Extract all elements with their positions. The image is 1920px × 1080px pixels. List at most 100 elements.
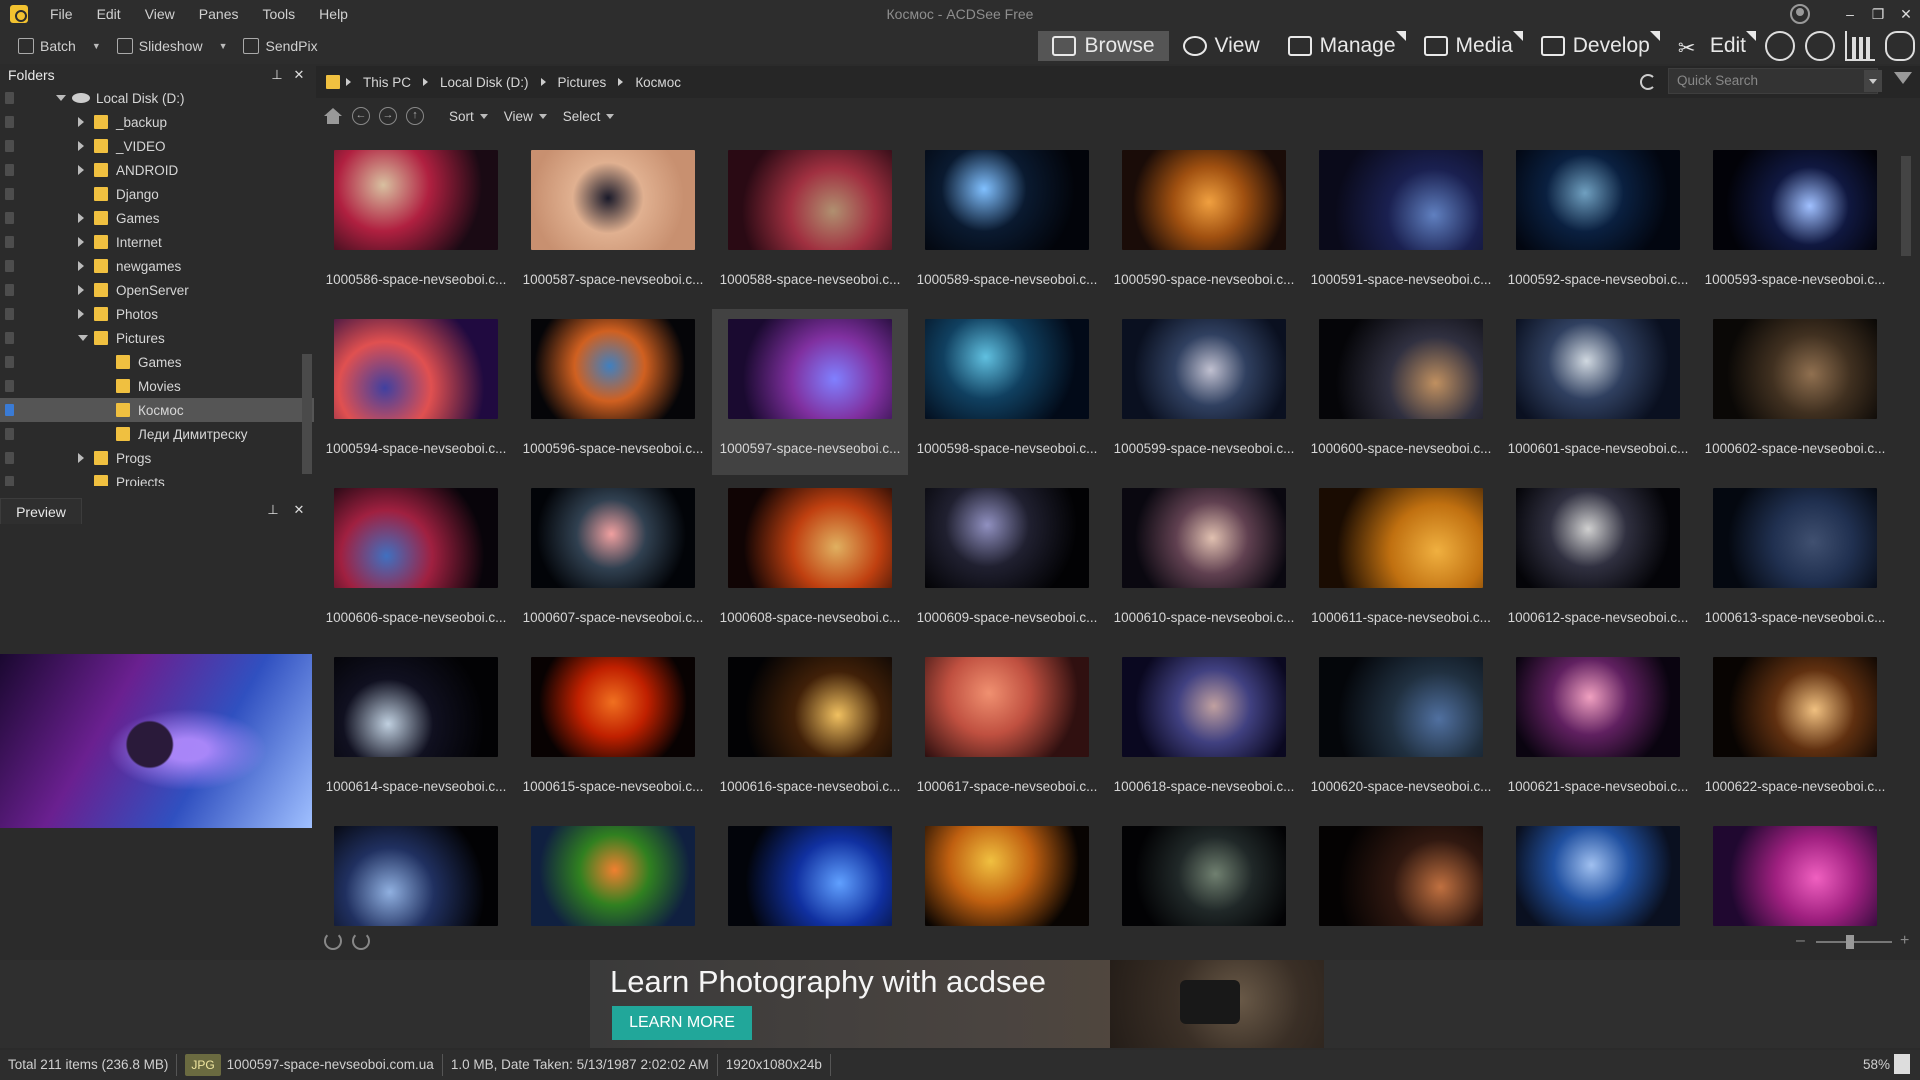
- minimize-button[interactable]: –: [1836, 0, 1864, 28]
- pin-icon[interactable]: ⊥: [264, 502, 282, 518]
- menu-file[interactable]: File: [38, 0, 85, 28]
- thumbnail-item[interactable]: 1000599-space-nevseoboi.c...: [1106, 309, 1302, 475]
- slideshow-button[interactable]: Slideshow ▼: [109, 34, 236, 58]
- include-checkbox[interactable]: [5, 140, 14, 152]
- select-dropdown[interactable]: Select: [563, 109, 615, 124]
- thumbnail-item[interactable]: 1000597-space-nevseoboi.c...: [712, 309, 908, 475]
- thumbnail-item[interactable]: 1000607-space-nevseoboi.c...: [515, 478, 711, 644]
- search-dropdown-button[interactable]: [1864, 70, 1882, 92]
- include-checkbox[interactable]: [5, 212, 14, 224]
- thumbnail-image[interactable]: [1713, 319, 1877, 419]
- collapsed-arrow-icon[interactable]: [78, 261, 84, 271]
- collapsed-arrow-icon[interactable]: [78, 213, 84, 223]
- include-checkbox[interactable]: [5, 92, 14, 104]
- menu-help[interactable]: Help: [307, 0, 360, 28]
- include-checkbox[interactable]: [5, 356, 14, 368]
- folder-tree-item[interactable]: newgames: [0, 254, 314, 278]
- thumbnail-image[interactable]: [1319, 826, 1483, 926]
- app-logo-icon[interactable]: [10, 5, 28, 23]
- eye-circle-icon[interactable]: [1885, 31, 1915, 61]
- back-button[interactable]: ←: [352, 107, 370, 125]
- up-button[interactable]: ↑: [406, 107, 424, 125]
- thumbnail-item[interactable]: 1000613-space-nevseoboi.c...: [1697, 478, 1893, 644]
- thumbnail-image[interactable]: [728, 488, 892, 588]
- collapsed-arrow-icon[interactable]: [78, 453, 84, 463]
- thumbnail-image[interactable]: [925, 826, 1089, 926]
- thumbnail-item[interactable]: [909, 816, 1105, 926]
- thumbnail-image[interactable]: [1319, 150, 1483, 250]
- menu-edit[interactable]: Edit: [85, 0, 133, 28]
- thumbnail-item[interactable]: 1000601-space-nevseoboi.c...: [1500, 309, 1696, 475]
- forward-button[interactable]: →: [379, 107, 397, 125]
- thumbnail-item[interactable]: [1500, 816, 1696, 926]
- chevron-down-icon[interactable]: ▼: [92, 41, 101, 51]
- thumbnail-image[interactable]: [531, 826, 695, 926]
- thumbnail-item[interactable]: 1000612-space-nevseoboi.c...: [1500, 478, 1696, 644]
- thumbnail-item[interactable]: 1000617-space-nevseoboi.c...: [909, 647, 1105, 813]
- people-icon[interactable]: [1765, 31, 1795, 61]
- thumbnail-item[interactable]: 1000593-space-nevseoboi.c...: [1697, 140, 1893, 306]
- tab-browse[interactable]: Browse: [1038, 31, 1169, 61]
- folder-tree-item[interactable]: Local Disk (D:): [0, 86, 314, 110]
- include-checkbox[interactable]: [5, 308, 14, 320]
- collapsed-arrow-icon[interactable]: [78, 141, 84, 151]
- acdsee-365-icon[interactable]: [1805, 31, 1835, 61]
- thumbnail-image[interactable]: [531, 150, 695, 250]
- thumbnail-image[interactable]: [334, 150, 498, 250]
- expanded-arrow-icon[interactable]: [78, 335, 88, 341]
- breadcrumb-item[interactable]: Pictures: [552, 75, 613, 90]
- folder-tree-item[interactable]: Projects: [0, 470, 314, 486]
- breadcrumb-item[interactable]: Local Disk (D:): [434, 75, 535, 90]
- pin-icon[interactable]: ⊥: [268, 66, 286, 84]
- thumbnail-image[interactable]: [728, 319, 892, 419]
- breadcrumb-item[interactable]: Космос: [629, 75, 687, 90]
- thumbnail-item[interactable]: [712, 816, 908, 926]
- menu-tools[interactable]: Tools: [250, 0, 307, 28]
- thumbnail-item[interactable]: 1000598-space-nevseoboi.c...: [909, 309, 1105, 475]
- thumbnail-item[interactable]: 1000609-space-nevseoboi.c...: [909, 478, 1105, 644]
- include-checkbox[interactable]: [5, 428, 14, 440]
- thumbnail-item[interactable]: 1000610-space-nevseoboi.c...: [1106, 478, 1302, 644]
- thumbnail-image[interactable]: [1713, 150, 1877, 250]
- sendpix-button[interactable]: SendPix: [235, 34, 325, 58]
- folder-tree-item[interactable]: Django: [0, 182, 314, 206]
- thumbnail-item[interactable]: 1000618-space-nevseoboi.c...: [1106, 647, 1302, 813]
- tab-develop[interactable]: Develop: [1527, 31, 1664, 61]
- thumbnail-item[interactable]: [318, 816, 514, 926]
- folder-tree-scrollbar[interactable]: [300, 154, 312, 544]
- quick-search-input[interactable]: Quick Search: [1668, 68, 1878, 94]
- thumbnail-image[interactable]: [1319, 319, 1483, 419]
- chevron-down-icon[interactable]: ▼: [219, 41, 228, 51]
- include-checkbox[interactable]: [5, 164, 14, 176]
- sort-dropdown[interactable]: Sort: [449, 109, 488, 124]
- zoom-out-icon[interactable]: –: [1796, 932, 1805, 950]
- folder-tree-item[interactable]: Internet: [0, 230, 314, 254]
- collapsed-arrow-icon[interactable]: [78, 117, 84, 127]
- thumbnail-image[interactable]: [1516, 657, 1680, 757]
- thumbnail-image[interactable]: [1516, 150, 1680, 250]
- folder-tree-item[interactable]: _backup: [0, 110, 314, 134]
- include-checkbox[interactable]: [5, 404, 14, 416]
- close-icon[interactable]: ✕: [290, 66, 308, 84]
- include-checkbox[interactable]: [5, 116, 14, 128]
- thumbnail-item[interactable]: 1000615-space-nevseoboi.c...: [515, 647, 711, 813]
- grid-scrollbar[interactable]: [1898, 136, 1914, 922]
- thumbnail-item[interactable]: 1000621-space-nevseoboi.c...: [1500, 647, 1696, 813]
- restore-button[interactable]: ❐: [1864, 0, 1892, 28]
- user-account-icon[interactable]: [1790, 4, 1810, 24]
- folder-tree-item[interactable]: Pictures: [0, 326, 314, 350]
- tab-edit[interactable]: ✂ Edit: [1664, 31, 1760, 61]
- include-checkbox[interactable]: [5, 188, 14, 200]
- include-checkbox[interactable]: [5, 284, 14, 296]
- zoom-in-icon[interactable]: +: [1900, 932, 1909, 950]
- folder-tree-item[interactable]: ANDROID: [0, 158, 314, 182]
- thumbnail-item[interactable]: [1303, 816, 1499, 926]
- folder-tree-item[interactable]: Космос: [0, 398, 314, 422]
- view-dropdown[interactable]: View: [504, 109, 547, 124]
- thumbnail-image[interactable]: [1122, 657, 1286, 757]
- thumbnail-image[interactable]: [531, 319, 695, 419]
- include-checkbox[interactable]: [5, 332, 14, 344]
- thumbnail-image[interactable]: [728, 150, 892, 250]
- thumbnail-item[interactable]: 1000587-space-nevseoboi.c...: [515, 140, 711, 306]
- thumbnail-image[interactable]: [1516, 488, 1680, 588]
